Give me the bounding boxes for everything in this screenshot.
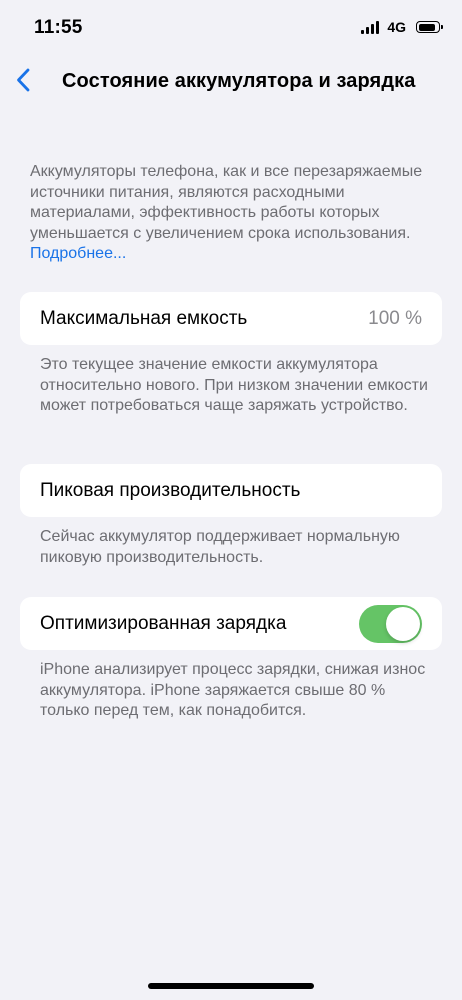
status-time: 11:55 (34, 17, 83, 38)
home-indicator[interactable] (148, 983, 314, 989)
peak-performance-label: Пиковая производительность (40, 479, 301, 501)
chevron-left-icon (17, 68, 30, 92)
back-button[interactable] (8, 62, 38, 98)
status-indicators: 4G (361, 19, 443, 35)
max-capacity-label: Максимальная емкость (40, 307, 248, 329)
peak-performance-row: Пиковая производительность (20, 464, 442, 517)
battery-icon (416, 21, 443, 33)
toggle-knob (386, 606, 420, 641)
intro-text: Аккумуляторы телефона, как и все перезар… (30, 163, 423, 242)
max-capacity-value: 100 % (368, 307, 422, 329)
optimized-charging-toggle[interactable] (359, 604, 422, 643)
network-type: 4G (387, 19, 406, 35)
intro-description: Аккумуляторы телефона, как и все перезар… (30, 162, 440, 265)
max-capacity-footnote: Это текущее значение емкости аккумулятор… (40, 356, 428, 414)
optimized-charging-footnote: iPhone анализирует процесс зарядки, сниж… (40, 661, 426, 719)
cellular-signal-icon (361, 20, 380, 34)
max-capacity-row: Максимальная емкость 100 % (20, 292, 442, 345)
optimized-charging-row: Оптимизированная зарядка (20, 597, 442, 650)
battery-fill (418, 23, 435, 31)
optimized-charging-label: Оптимизированная зарядка (40, 612, 287, 634)
navigation-bar: Состояние аккумулятора и зарядка (0, 56, 462, 106)
peak-performance-footnote: Сейчас аккумулятор поддерживает нормальн… (40, 528, 400, 566)
page-title: Состояние аккумулятора и зарядка (62, 70, 416, 92)
status-bar: 11:55 4G (0, 0, 462, 56)
learn-more-link[interactable]: Подробнее... (30, 245, 126, 262)
